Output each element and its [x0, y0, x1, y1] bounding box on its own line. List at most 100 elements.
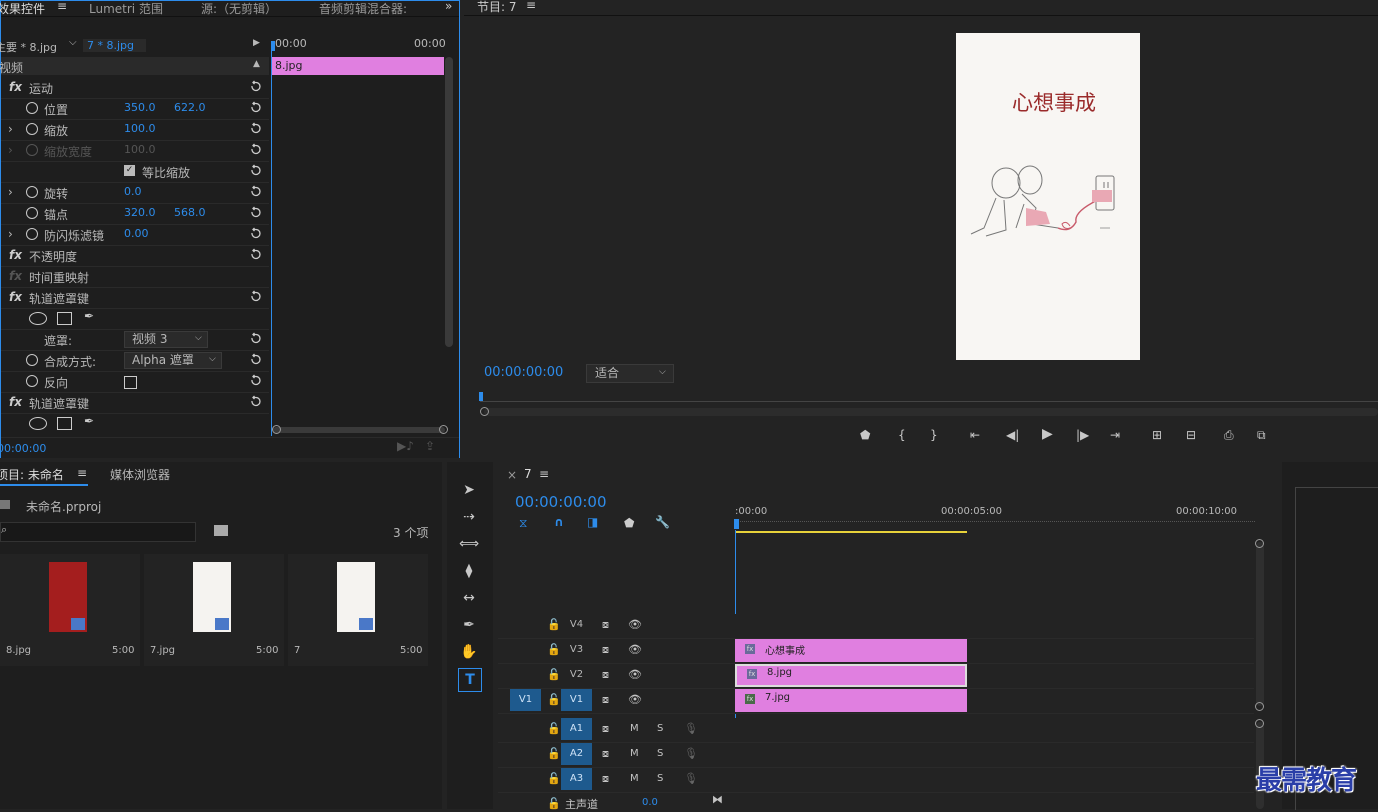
tab-lumetri-scopes[interactable]: Lumetri 范围 — [89, 0, 163, 17]
stopwatch-icon[interactable] — [26, 186, 38, 198]
tab-audio-mixer[interactable]: 音频剪辑混合器: — [319, 0, 407, 17]
sync-icon[interactable]: ⧇ — [602, 618, 609, 632]
razor-tool-icon[interactable]: ⧫ — [458, 560, 480, 582]
stopwatch-icon[interactable] — [26, 354, 38, 366]
clip-7jpg-v1[interactable]: fx 7.jpg — [735, 689, 967, 712]
mark-out-icon[interactable]: } — [930, 428, 938, 442]
play-triangle-icon[interactable]: ▶ — [253, 38, 260, 48]
sync-icon[interactable]: ⧇ — [602, 722, 609, 736]
ec-vertical-scrollbar[interactable] — [445, 57, 453, 347]
master-volume[interactable]: 0.0 — [642, 797, 658, 808]
project-item-7jpg[interactable]: 7.jpg 5:00 — [144, 554, 284, 666]
expand-chevron-icon[interactable]: › — [8, 227, 13, 241]
scroll-handle-icon[interactable] — [272, 425, 281, 434]
track-label[interactable]: A3 — [561, 768, 592, 790]
collapse-up-icon[interactable]: ▲ — [253, 59, 260, 69]
rectangle-mask-icon[interactable] — [57, 312, 72, 325]
sync-icon[interactable]: ⧇ — [602, 772, 609, 786]
eye-icon[interactable]: 👁 — [628, 693, 642, 706]
position-x-value[interactable]: 350.0 — [124, 101, 156, 114]
stopwatch-icon[interactable] — [26, 375, 38, 387]
lock-icon[interactable]: 🔓 — [547, 693, 561, 706]
sync-icon[interactable]: ⧇ — [602, 643, 609, 657]
wrench-icon[interactable]: 🔧 — [655, 515, 670, 529]
solo-button[interactable]: S — [657, 748, 663, 759]
reset-icon[interactable] — [249, 332, 262, 345]
project-item-8jpg[interactable]: 8.jpg 5:00 — [0, 554, 140, 666]
track-label[interactable]: A1 — [561, 718, 592, 740]
snap-icon[interactable]: ∩ — [554, 515, 564, 529]
chevron-down-icon[interactable]: ⌵ — [69, 37, 77, 48]
program-playhead-marker[interactable] — [479, 392, 483, 401]
microphone-icon[interactable]: 🎙 — [684, 747, 698, 760]
playhead-marker[interactable] — [271, 41, 275, 51]
timeline-vscrollbar[interactable] — [1256, 542, 1264, 706]
lock-icon[interactable]: 🔓 — [547, 747, 561, 760]
search-input[interactable]: ⌕ — [0, 522, 196, 542]
extract-icon[interactable]: ⊟ — [1186, 428, 1196, 442]
panel-overflow-icon[interactable]: » — [445, 0, 452, 13]
mute-button[interactable]: M — [630, 773, 639, 784]
stopwatch-icon[interactable] — [26, 123, 38, 135]
clip-8jpg-v2[interactable]: fx 8.jpg — [735, 664, 967, 687]
reset-icon[interactable] — [249, 101, 262, 114]
fx-icon[interactable]: fx — [9, 248, 22, 262]
fx-icon[interactable]: fx — [9, 80, 22, 94]
solo-button[interactable]: S — [657, 773, 663, 784]
effect-row-composite[interactable]: 合成方式: Alpha 遮罩 ⌵ — [1, 350, 269, 372]
eye-icon[interactable]: 👁 — [628, 643, 642, 656]
anchor-x-value[interactable]: 320.0 — [124, 206, 156, 219]
microphone-icon[interactable]: 🎙 — [684, 772, 698, 785]
tab-menu-icon[interactable]: ≡ — [57, 0, 67, 13]
reset-icon[interactable] — [249, 227, 262, 240]
ripple-edit-tool-icon[interactable]: ⟺ — [458, 533, 480, 555]
program-timecode[interactable]: 00:00:00:00 — [484, 365, 563, 380]
panel-menu-icon[interactable]: ≡ — [539, 467, 549, 481]
selection-tool-icon[interactable]: ➤ — [458, 479, 480, 501]
tab-menu-icon[interactable]: ≡ — [77, 466, 87, 480]
scroll-handle-icon[interactable] — [480, 407, 489, 416]
microphone-icon[interactable]: 🎙 — [684, 722, 698, 735]
lift-icon[interactable]: ⊞ — [1152, 428, 1162, 442]
effect-row-rotation[interactable]: › 旋转 0.0 — [1, 182, 269, 204]
pen-mask-icon[interactable]: ✒ — [84, 309, 94, 323]
track-label[interactable]: V4 — [561, 614, 592, 636]
uniform-scale-checkbox[interactable]: ✓ — [124, 165, 135, 176]
ellipse-mask-icon[interactable] — [29, 312, 47, 325]
mute-button[interactable]: M — [630, 748, 639, 759]
reset-icon[interactable] — [249, 164, 262, 177]
reset-icon[interactable] — [249, 248, 262, 261]
slip-tool-icon[interactable]: ↔ — [458, 587, 480, 609]
expand-chevron-icon[interactable]: › — [8, 122, 13, 136]
eye-icon[interactable]: 👁 — [628, 668, 642, 681]
reset-icon[interactable] — [249, 353, 262, 366]
export-icon[interactable]: ⇪ — [425, 439, 435, 453]
track-label[interactable]: V2 — [561, 664, 592, 686]
close-tab-icon[interactable]: × — [507, 468, 517, 482]
section-video-header[interactable]: 视频 ▲ — [0, 57, 269, 75]
reverse-checkbox[interactable] — [124, 376, 137, 389]
fx-icon[interactable]: fx — [9, 290, 22, 304]
add-marker-icon[interactable]: ⬟ — [860, 428, 870, 442]
source-patch-v1[interactable]: V1 — [510, 689, 541, 711]
expand-chevron-icon[interactable]: › — [8, 185, 13, 199]
sequence-tab[interactable]: 7 — [524, 467, 532, 481]
lock-icon[interactable]: 🔓 — [547, 643, 561, 656]
scroll-handle-icon[interactable] — [439, 425, 448, 434]
matte-select[interactable]: 视频 3 ⌵ — [124, 331, 208, 348]
scroll-handle-icon[interactable] — [1255, 539, 1264, 548]
track-a2[interactable]: 🔓 A2 ⧇ M S 🎙 — [498, 743, 1254, 768]
rectangle-mask-icon[interactable] — [57, 417, 72, 430]
effect-row-track-matte-1[interactable]: fx 轨道遮罩键 — [1, 287, 269, 309]
track-label[interactable]: V3 — [561, 639, 592, 661]
find-bin-icon[interactable] — [214, 525, 228, 536]
fx-icon[interactable]: fx — [9, 395, 22, 409]
effect-row-motion[interactable]: fx 运动 — [1, 77, 269, 99]
effect-row-matte[interactable]: 遮罩: 视频 3 ⌵ — [1, 329, 269, 351]
add-marker-icon[interactable]: ⬟ — [624, 516, 634, 530]
effect-row-position[interactable]: 位置 350.0 622.0 — [1, 98, 269, 120]
program-title[interactable]: 节目: 7 — [477, 0, 517, 15]
pen-tool-icon[interactable]: ✒ — [458, 614, 480, 636]
ellipse-mask-icon[interactable] — [29, 417, 47, 430]
reset-icon[interactable] — [249, 374, 262, 387]
